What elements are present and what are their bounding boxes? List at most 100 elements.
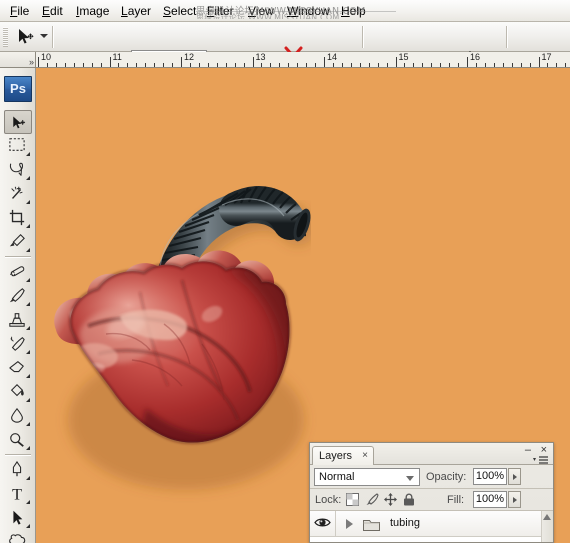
toolbox-collapse-button[interactable]: » (2, 56, 34, 68)
dodge-tool[interactable] (4, 428, 32, 452)
blur-tool[interactable] (4, 404, 32, 428)
ruler-tick-minor (341, 63, 343, 67)
chevron-right-icon[interactable] (346, 519, 353, 529)
horizontal-type-tool[interactable]: T (4, 482, 32, 506)
panel-menu-icon[interactable] (532, 455, 550, 465)
layers-panel-titlebar[interactable]: Layers × – × (310, 443, 553, 465)
marquee-icon (9, 138, 25, 151)
clone-stamp-icon (9, 313, 25, 327)
ruler-tick-minor (154, 63, 156, 67)
opacity-label: Opacity: (426, 471, 467, 483)
layers-panel: Layers × – × Normal Opacity: 100% Lock: (309, 442, 554, 543)
ruler-tick-minor (386, 63, 388, 67)
lock-label: Lock: (315, 494, 342, 506)
flyout-triangle-icon (26, 350, 30, 354)
padlock-icon[interactable] (403, 493, 415, 506)
crop-tool[interactable] (4, 206, 32, 230)
lasso-tool[interactable] (4, 158, 32, 182)
move-cross-icon[interactable] (384, 493, 397, 506)
ruler-tick-minor (288, 63, 290, 67)
menu-filter[interactable]: Filter (203, 3, 238, 19)
brush-tool[interactable] (4, 284, 32, 308)
table-row[interactable]: tubing (310, 511, 553, 537)
ruler-tick-minor (172, 63, 174, 67)
eye-icon (314, 518, 331, 527)
flyout-triangle-icon (26, 398, 30, 402)
opacity-value[interactable]: 100% (473, 468, 507, 485)
ruler-tick-minor (163, 63, 165, 67)
type-icon: T (12, 486, 22, 502)
eyedropper-tool[interactable] (4, 230, 32, 254)
menu-image[interactable]: Image (72, 3, 113, 19)
menu-edit[interactable]: Edit (38, 3, 67, 19)
clone-stamp-tool[interactable] (4, 308, 32, 332)
layer-list[interactable]: tubing (310, 511, 553, 542)
minimize-button[interactable]: – (525, 445, 531, 456)
rectangular-marquee-tool[interactable] (4, 134, 32, 158)
checkerboard-icon[interactable] (346, 493, 359, 506)
ruler-tick-minor (198, 63, 200, 67)
layer-visibility-toggle[interactable] (310, 511, 336, 536)
pen-tool[interactable] (4, 458, 32, 482)
ruler-tick-minor (565, 63, 567, 67)
ruler-tick-major (538, 57, 540, 67)
ruler-tick-minor (556, 63, 558, 67)
menu-help[interactable]: Help (337, 3, 370, 19)
ruler-tick-minor (440, 63, 442, 67)
magic-wand-tool[interactable] (4, 182, 32, 206)
history-brush-tool[interactable] (4, 332, 32, 356)
horizontal-ruler[interactable]: 10 11 12 13 14 15 16 17 (0, 52, 570, 68)
ruler-tick-minor (350, 63, 352, 67)
close-icon[interactable]: × (362, 450, 368, 461)
path-selection-tool[interactable] (4, 506, 32, 530)
menu-window[interactable]: Window (283, 3, 334, 19)
tab-layers[interactable]: Layers × (312, 446, 374, 465)
layer-list-scrollbar[interactable] (541, 511, 553, 542)
healing-brush-tool[interactable] (4, 260, 32, 284)
flyout-triangle-icon (26, 524, 30, 528)
ruler-label: 12 (184, 52, 195, 62)
scroll-up-arrow-icon[interactable] (543, 514, 551, 520)
fill-value[interactable]: 100% (473, 491, 507, 508)
close-button[interactable]: × (541, 445, 547, 456)
brush-icon[interactable] (365, 493, 379, 506)
ruler-tick-minor (216, 63, 218, 67)
opacity-slider-arrow[interactable] (508, 468, 521, 485)
menu-file[interactable]: File (6, 3, 33, 19)
menu-view[interactable]: View (244, 3, 278, 19)
ruler-tick-minor (207, 63, 209, 67)
menu-select[interactable]: Select (159, 3, 200, 19)
paint-bucket-icon (10, 384, 24, 397)
move-tool-icon[interactable] (14, 26, 38, 48)
ruler-tick-major (324, 57, 325, 67)
move-tool-preset-caret[interactable] (40, 34, 48, 38)
move-tool[interactable] (4, 110, 32, 134)
ruler-tick-minor (118, 63, 120, 67)
eraser-tool[interactable] (4, 356, 32, 380)
crop-icon (9, 209, 25, 226)
ruler-tick-minor (368, 63, 370, 67)
blend-mode-row: Normal Opacity: 100% (310, 465, 553, 489)
ruler-label: 17 (541, 52, 552, 62)
custom-shape-icon (9, 534, 26, 543)
ruler-tick-minor (315, 63, 317, 67)
fill-slider-arrow[interactable] (508, 491, 521, 508)
gradient-tool[interactable] (4, 380, 32, 404)
menu-layer[interactable]: Layer (117, 3, 155, 19)
lasso-icon (9, 162, 24, 176)
layer-name[interactable]: tubing (390, 517, 420, 529)
blend-mode-dropdown[interactable]: Normal (314, 468, 420, 486)
flyout-triangle-icon (26, 278, 30, 282)
options-bar-grip[interactable] (3, 27, 8, 47)
flyout-triangle-icon (26, 200, 30, 204)
pen-icon (12, 461, 22, 477)
ruler-tick-major (467, 57, 468, 67)
chevron-down-icon (406, 476, 414, 481)
ruler-tick-minor (225, 63, 227, 67)
custom-shape-tool[interactable] (4, 530, 32, 543)
fill-label: Fill: (447, 494, 465, 506)
flyout-triangle-icon (26, 248, 30, 252)
ruler-tick-minor (458, 63, 460, 67)
ruler-tick-minor (270, 63, 272, 67)
ruler-tick-major (181, 57, 182, 67)
